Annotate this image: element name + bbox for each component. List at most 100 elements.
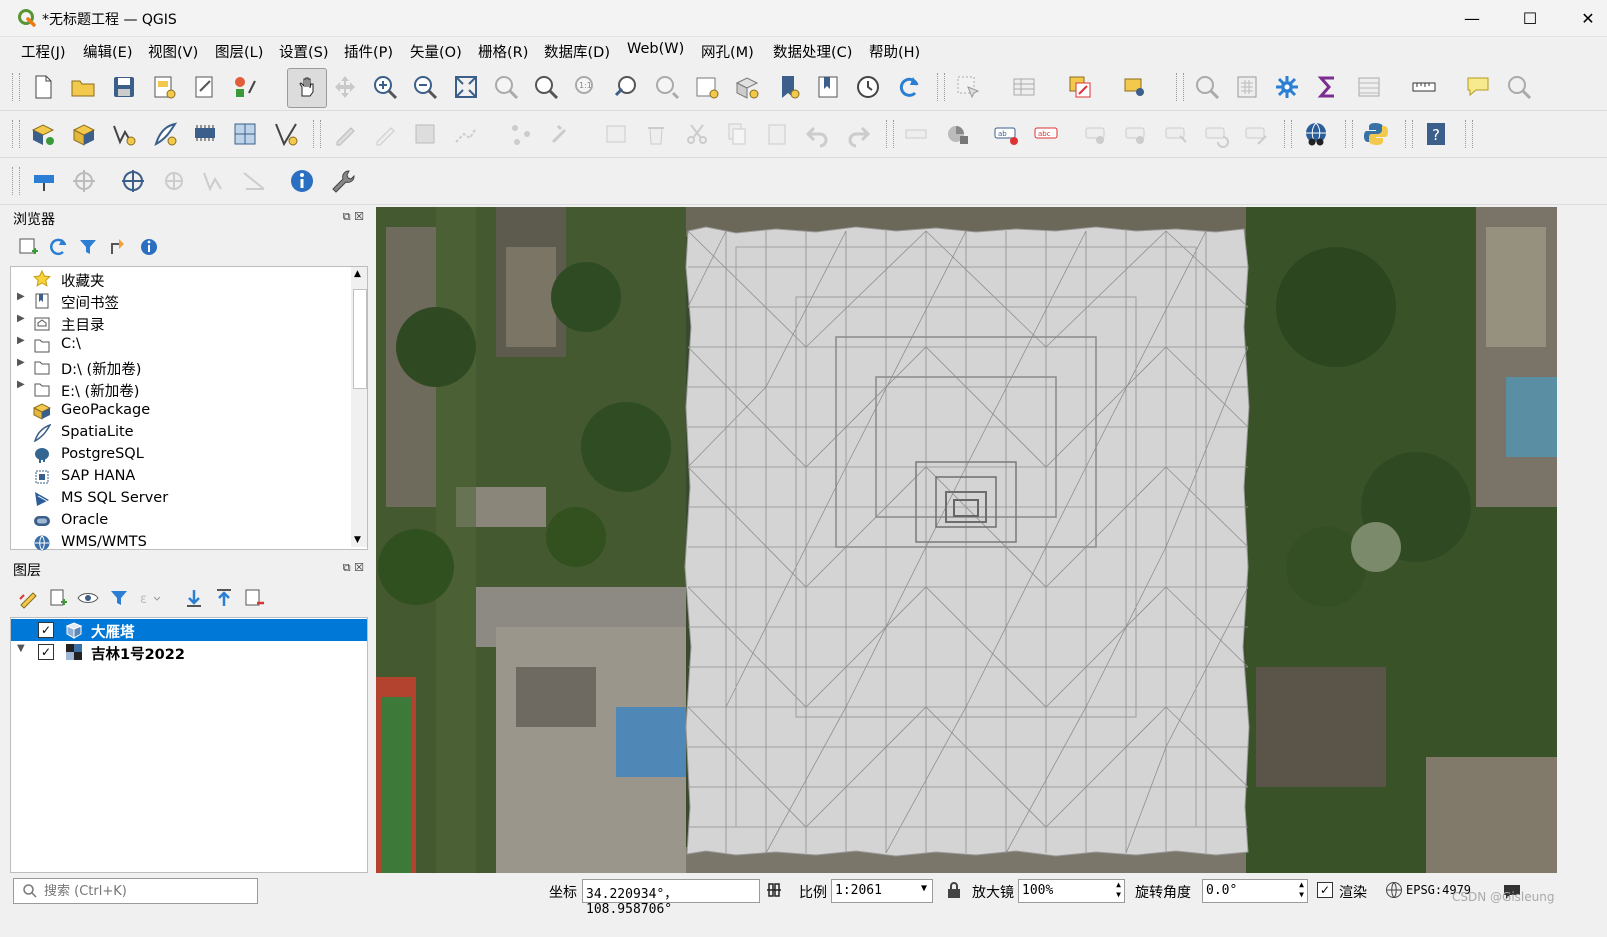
new-mesh-layer-icon[interactable] [270,118,302,150]
toggle-extents-mouse-icon[interactable] [764,880,784,900]
new-shapefile-layer-icon[interactable] [108,118,140,150]
select-features-icon[interactable] [952,71,984,103]
move-diagram-icon[interactable] [1160,118,1192,150]
lock-scale-icon[interactable] [946,881,962,899]
browser-item-wms-wmts[interactable]: WMS/WMTS [11,532,351,554]
map-canvas[interactable] [376,207,1557,873]
delete-selected-icon[interactable] [640,118,672,150]
browser-item-drive-d[interactable]: ▶ D:\ (新加卷) [11,356,351,378]
layer-labeling-icon[interactable] [900,118,932,150]
filter-legend-icon[interactable] [105,584,133,612]
menu-layer[interactable]: 图层(L) [215,41,263,62]
crs-globe-icon[interactable] [1385,881,1403,899]
browser-item-spatial-bookmarks[interactable]: ▶ 空间书签 [11,290,351,312]
filter-icon[interactable] [74,233,102,261]
pin-labels-icon[interactable]: ab [990,118,1022,150]
browser-item-geopackage[interactable]: GeoPackage [11,400,351,422]
layer-row[interactable]: ▼ ✓ 吉林1号2022 [11,641,367,663]
remove-layer-icon[interactable] [240,584,268,612]
browser-item-postgresql[interactable]: PostgreSQL [11,444,351,466]
show-bookmarks-icon[interactable] [812,71,844,103]
zoom-in-icon[interactable] [369,71,401,103]
menu-database[interactable]: 数据库(D) [544,41,610,62]
edit-table-icon[interactable] [600,118,632,150]
browser-scrollbar[interactable]: ▲ ▼ [351,267,367,547]
map-tips-icon[interactable] [1462,71,1494,103]
new-virtual-layer-icon[interactable] [189,118,221,150]
new-temp-scratch-layer-icon[interactable] [229,118,261,150]
browser-item-drive-e[interactable]: ▶ E:\ (新加卷) [11,378,351,400]
info-icon[interactable] [286,165,318,197]
browser-item-sap-hana[interactable]: SAP HANA [11,466,351,488]
select-by-location-icon[interactable] [1119,71,1151,103]
expand-arrow-icon[interactable]: ▶ [17,291,25,302]
move-label-icon[interactable] [1080,118,1112,150]
cut-features-icon[interactable] [681,118,713,150]
zoom-full-icon[interactable] [450,71,482,103]
locator-search[interactable] [13,878,258,904]
toolbar-grip[interactable] [1284,120,1292,148]
calculator-icon[interactable] [1231,71,1263,103]
expand-arrow-icon[interactable]: ▶ [17,379,25,390]
copy-features-icon[interactable] [721,118,753,150]
expand-arrow-icon[interactable]: ▶ [17,335,25,346]
expand-arrow-icon[interactable]: ▶ [17,357,25,368]
browser-item-drive-c[interactable]: ▶ C:\ [11,334,351,356]
browser-item-mssql[interactable]: MS SQL Server [11,488,351,510]
attribute-table-icon[interactable] [1353,71,1385,103]
scale-combobox[interactable]: 1:2061 ▼ [831,879,933,903]
scroll-down-arrow-icon[interactable]: ▼ [354,535,361,545]
rotation-spinbox[interactable]: 0.0° ▲ ▼ [1202,879,1308,903]
project-crs-icon[interactable] [117,165,149,197]
toolbar-grip[interactable] [937,73,945,101]
collapse-all-icon[interactable] [210,584,238,612]
refresh-icon[interactable] [893,71,925,103]
coordinate-capture-icon[interactable] [68,165,100,197]
zoom-last-icon[interactable] [611,71,643,103]
help-contents-icon[interactable]: ? [1420,118,1452,150]
undo-icon[interactable] [802,118,834,150]
pan-to-selection-icon[interactable] [329,71,361,103]
current-edits-icon[interactable] [329,118,361,150]
wrench-icon[interactable] [327,165,359,197]
render-checkbox[interactable]: ✓ [1317,882,1333,898]
new-project-icon[interactable] [27,71,59,103]
menu-raster[interactable]: 栅格(R) [478,41,528,62]
menu-edit[interactable]: 编辑(E) [83,41,132,62]
new-3d-map-view-icon[interactable] [731,71,763,103]
save-project-icon[interactable] [108,71,140,103]
zoom-to-layer-icon[interactable] [530,71,562,103]
layer-diagram-icon[interactable] [942,118,974,150]
expand-all-icon[interactable] [180,584,208,612]
zoom-next-icon[interactable] [651,71,683,103]
style-layers-icon[interactable] [14,584,42,612]
map-splitter[interactable] [1557,207,1567,873]
layer-visibility-checkbox[interactable]: ✓ [38,644,54,660]
new-spatialite-layer-icon[interactable] [149,118,181,150]
add-selected-layers-icon[interactable] [14,233,42,261]
change-label-icon[interactable] [1240,118,1272,150]
data-source-manager-icon[interactable] [27,118,59,150]
filter-by-expression-icon[interactable]: ε [135,584,163,612]
toolbar-grip[interactable] [886,120,894,148]
open-attribute-table-icon[interactable] [1008,71,1040,103]
browser-item-oracle[interactable]: Oracle [11,510,351,532]
minimize-button[interactable]: — [1443,0,1501,36]
scrollbar-thumb[interactable] [353,289,367,389]
toolbar-grip[interactable] [12,120,20,148]
spin-arrows-icon[interactable]: ▲ ▼ [1116,880,1121,900]
search-input[interactable] [42,881,246,901]
panel-float-close-icon[interactable]: ⧉ ☒ [343,561,364,575]
menu-view[interactable]: 视图(V) [148,41,198,62]
layer-visibility-checkbox[interactable]: ✓ [38,622,54,638]
magnifier-spinbox[interactable]: 100% ▲ ▼ [1018,879,1125,903]
open-project-icon[interactable] [67,71,99,103]
coordinate-field[interactable]: 34.220934°， 108.958706° [582,879,760,917]
menu-help[interactable]: 帮助(H) [869,41,920,62]
toolbar-grip[interactable] [12,73,20,101]
digitize-icon[interactable] [450,118,482,150]
add-feature-icon[interactable] [158,165,190,197]
toolbar-grip[interactable] [1465,120,1473,148]
pan-map-icon[interactable] [287,68,327,108]
properties-info-icon[interactable] [135,233,163,261]
